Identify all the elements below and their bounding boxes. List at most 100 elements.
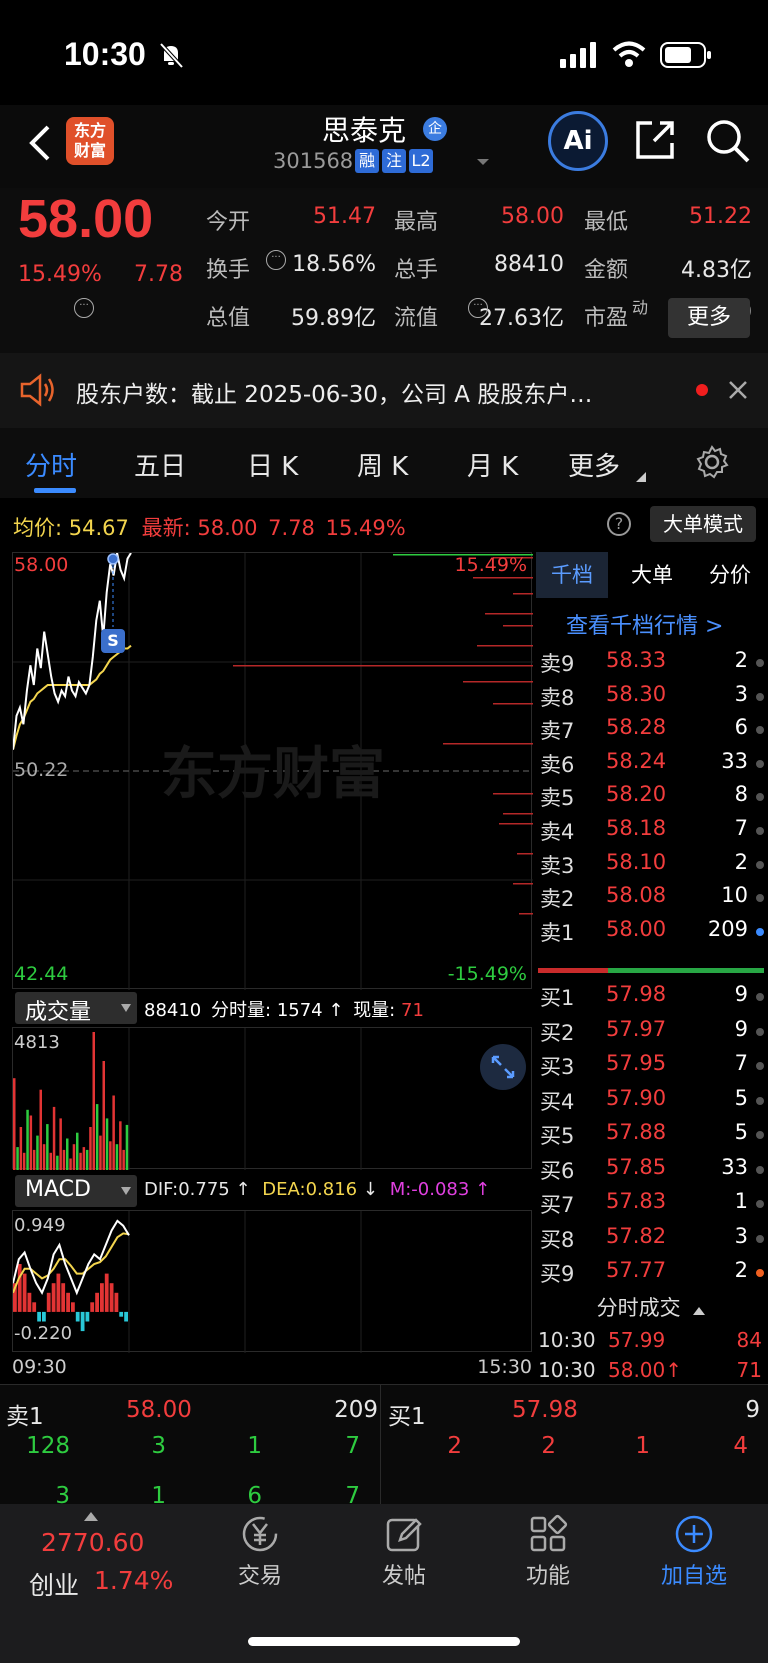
level-price: 57.83 xyxy=(606,1189,667,1213)
bid-row[interactable]: 买8 57.82 3 xyxy=(536,1222,768,1256)
level-label: 买1 xyxy=(540,986,575,1010)
tab-week-k[interactable]: 周 K xyxy=(357,446,408,483)
ai-button[interactable]: Ai xyxy=(548,111,608,171)
share-icon[interactable] xyxy=(632,117,678,163)
nav-trade[interactable]: 交易 xyxy=(220,1514,300,1604)
tab-month-k[interactable]: 月 K xyxy=(467,446,518,483)
trades-header[interactable]: 分时成交 xyxy=(534,1292,768,1326)
volume-bar xyxy=(119,1121,122,1170)
notice-bar[interactable]: 股东户数：截止 2025-06-30，公司 A 股股东户… xyxy=(0,353,768,428)
chart-high-price: 58.00 xyxy=(14,554,69,576)
ask-row[interactable]: 卖1 58.00 209 xyxy=(536,915,768,949)
level-label: 买7 xyxy=(540,1193,575,1217)
m-label: M: xyxy=(389,1179,412,1200)
nav-function[interactable]: 功能 xyxy=(508,1514,588,1604)
level-volume: 10 xyxy=(721,883,748,908)
trade-price: 57.99 xyxy=(608,1328,666,1352)
ai-label: Ai xyxy=(563,126,593,156)
ask-row[interactable]: 卖4 58.18 7 xyxy=(536,814,768,848)
ask-row[interactable]: 卖5 58.20 8 xyxy=(536,780,768,814)
intraday-info-line: 均价: 54.67 最新: 58.00 7.78 15.49% ? 大单模式 xyxy=(0,498,768,550)
ask-row[interactable]: 卖9 58.33 2 xyxy=(536,646,768,680)
volume-bar xyxy=(89,1127,92,1170)
macd-chart[interactable]: 0.949 -0.220 xyxy=(12,1210,532,1353)
level-dot xyxy=(756,793,764,802)
level-dot xyxy=(756,692,764,701)
level-dot xyxy=(756,1062,764,1070)
big-order-mode-button[interactable]: 大单模式 xyxy=(650,506,756,542)
bid-row[interactable]: 买7 57.83 1 xyxy=(536,1187,768,1221)
bid-row[interactable]: 买5 57.88 5 xyxy=(536,1118,768,1152)
macd-selector[interactable]: MACD xyxy=(15,1175,137,1207)
battery-icon xyxy=(660,42,711,68)
nav-function-label: 功能 xyxy=(525,1564,570,1589)
level-volume: 2 xyxy=(734,648,748,672)
help-icon[interactable]: ? xyxy=(607,512,631,536)
trade-time: 10:30 xyxy=(538,1358,596,1382)
sell-signal-badge[interactable]: S xyxy=(101,629,125,653)
level-volume: 7 xyxy=(734,816,748,840)
stock-title-block[interactable]: 思泰克 企 301568 融注 L2 xyxy=(260,105,520,188)
quote-label: 今开 xyxy=(206,210,251,235)
dif-label: DIF: xyxy=(144,1179,179,1200)
queue-cell: 1 xyxy=(635,1433,650,1459)
chart-watermark: 东方财富 xyxy=(161,742,385,807)
tab-intraday[interactable]: 分时 xyxy=(25,446,77,483)
ask-row[interactable]: 卖3 58.10 2 xyxy=(536,848,768,882)
level-price: 57.88 xyxy=(606,1120,667,1144)
more-button[interactable]: 更多 xyxy=(668,298,750,338)
bid-row[interactable]: 买4 57.90 5 xyxy=(536,1084,768,1118)
index-value[interactable]: 2770.60 xyxy=(41,1528,144,1557)
volume-chart[interactable]: 4813 xyxy=(12,1027,532,1170)
intraday-chart[interactable]: 东方财富 58.00 15.49% 50.22 42.44 -15.49% S xyxy=(12,552,533,990)
volume-bar xyxy=(19,1127,23,1170)
level-price: 58.10 xyxy=(606,849,667,874)
wifi-icon xyxy=(612,41,646,67)
nav-add-watchlist[interactable]: 加自选 xyxy=(652,1514,736,1604)
ob-tab-depth[interactable]: 千档 xyxy=(536,552,608,598)
last-percent: 15.49% xyxy=(325,516,406,540)
ask-row[interactable]: 卖7 58.28 6 xyxy=(536,713,768,747)
volume-selector[interactable]: 成交量 xyxy=(15,992,137,1025)
macd-bar xyxy=(80,1311,85,1332)
level-volume: 8 xyxy=(734,782,748,807)
depth-bar xyxy=(503,813,533,815)
bid-row[interactable]: 买6 57.85 33 xyxy=(536,1153,768,1187)
settings-gear-icon[interactable] xyxy=(694,444,730,480)
macd-top: 0.949 xyxy=(14,1215,66,1236)
quote-label: 流值 xyxy=(394,306,439,331)
search-icon[interactable] xyxy=(704,117,752,165)
back-chevron-icon[interactable] xyxy=(26,123,54,163)
volume-bar xyxy=(95,1104,99,1170)
bid-row[interactable]: 买2 57.97 9 xyxy=(536,1015,768,1049)
price-chart-svg: 东方财富 xyxy=(13,553,533,990)
nav-post[interactable]: 发帖 xyxy=(364,1514,444,1604)
bid-row[interactable]: 买9 57.77 2 xyxy=(536,1256,768,1290)
nav-post-label: 发帖 xyxy=(381,1564,426,1589)
dropdown-caret-icon[interactable] xyxy=(476,157,490,167)
ask-row[interactable]: 卖6 58.24 33 xyxy=(536,747,768,781)
level-volume: 2 xyxy=(734,1258,748,1282)
level-volume: 5 xyxy=(734,1085,748,1110)
level-dot xyxy=(756,1027,764,1036)
expand-chart-button[interactable] xyxy=(480,1044,526,1090)
close-icon[interactable] xyxy=(728,380,748,400)
tab-day-k[interactable]: 日 K xyxy=(247,446,298,483)
volume-bar xyxy=(99,1135,102,1170)
macd-svg xyxy=(13,1211,362,1353)
ob-view-depth-link[interactable]: 查看千档行情 > xyxy=(566,608,723,640)
ask-row[interactable]: 卖2 58.08 10 xyxy=(536,881,768,915)
quote-panel: 58.00 15.49% 7.78 今开 51.47 最高 58.00 最低 51.22 换… xyxy=(0,188,768,353)
level-label: 买2 xyxy=(540,1020,575,1045)
tab-more[interactable]: 更多 xyxy=(568,446,620,483)
tab-five-day[interactable]: 五日 xyxy=(134,446,186,483)
app-logo[interactable]: 东方 财富 xyxy=(66,117,114,165)
volume-bar xyxy=(102,1061,105,1170)
volume-seg-value: 1574 xyxy=(276,1000,323,1021)
ob-tab-price-dist[interactable]: 分价 xyxy=(694,552,766,598)
bid-row[interactable]: 买1 57.98 9 xyxy=(536,980,768,1014)
add-plus-icon xyxy=(675,1515,713,1553)
ob-tab-big-order[interactable]: 大单 xyxy=(616,552,688,598)
bid-row[interactable]: 买3 57.95 7 xyxy=(536,1049,768,1083)
ask-row[interactable]: 卖8 58.30 3 xyxy=(536,680,768,714)
